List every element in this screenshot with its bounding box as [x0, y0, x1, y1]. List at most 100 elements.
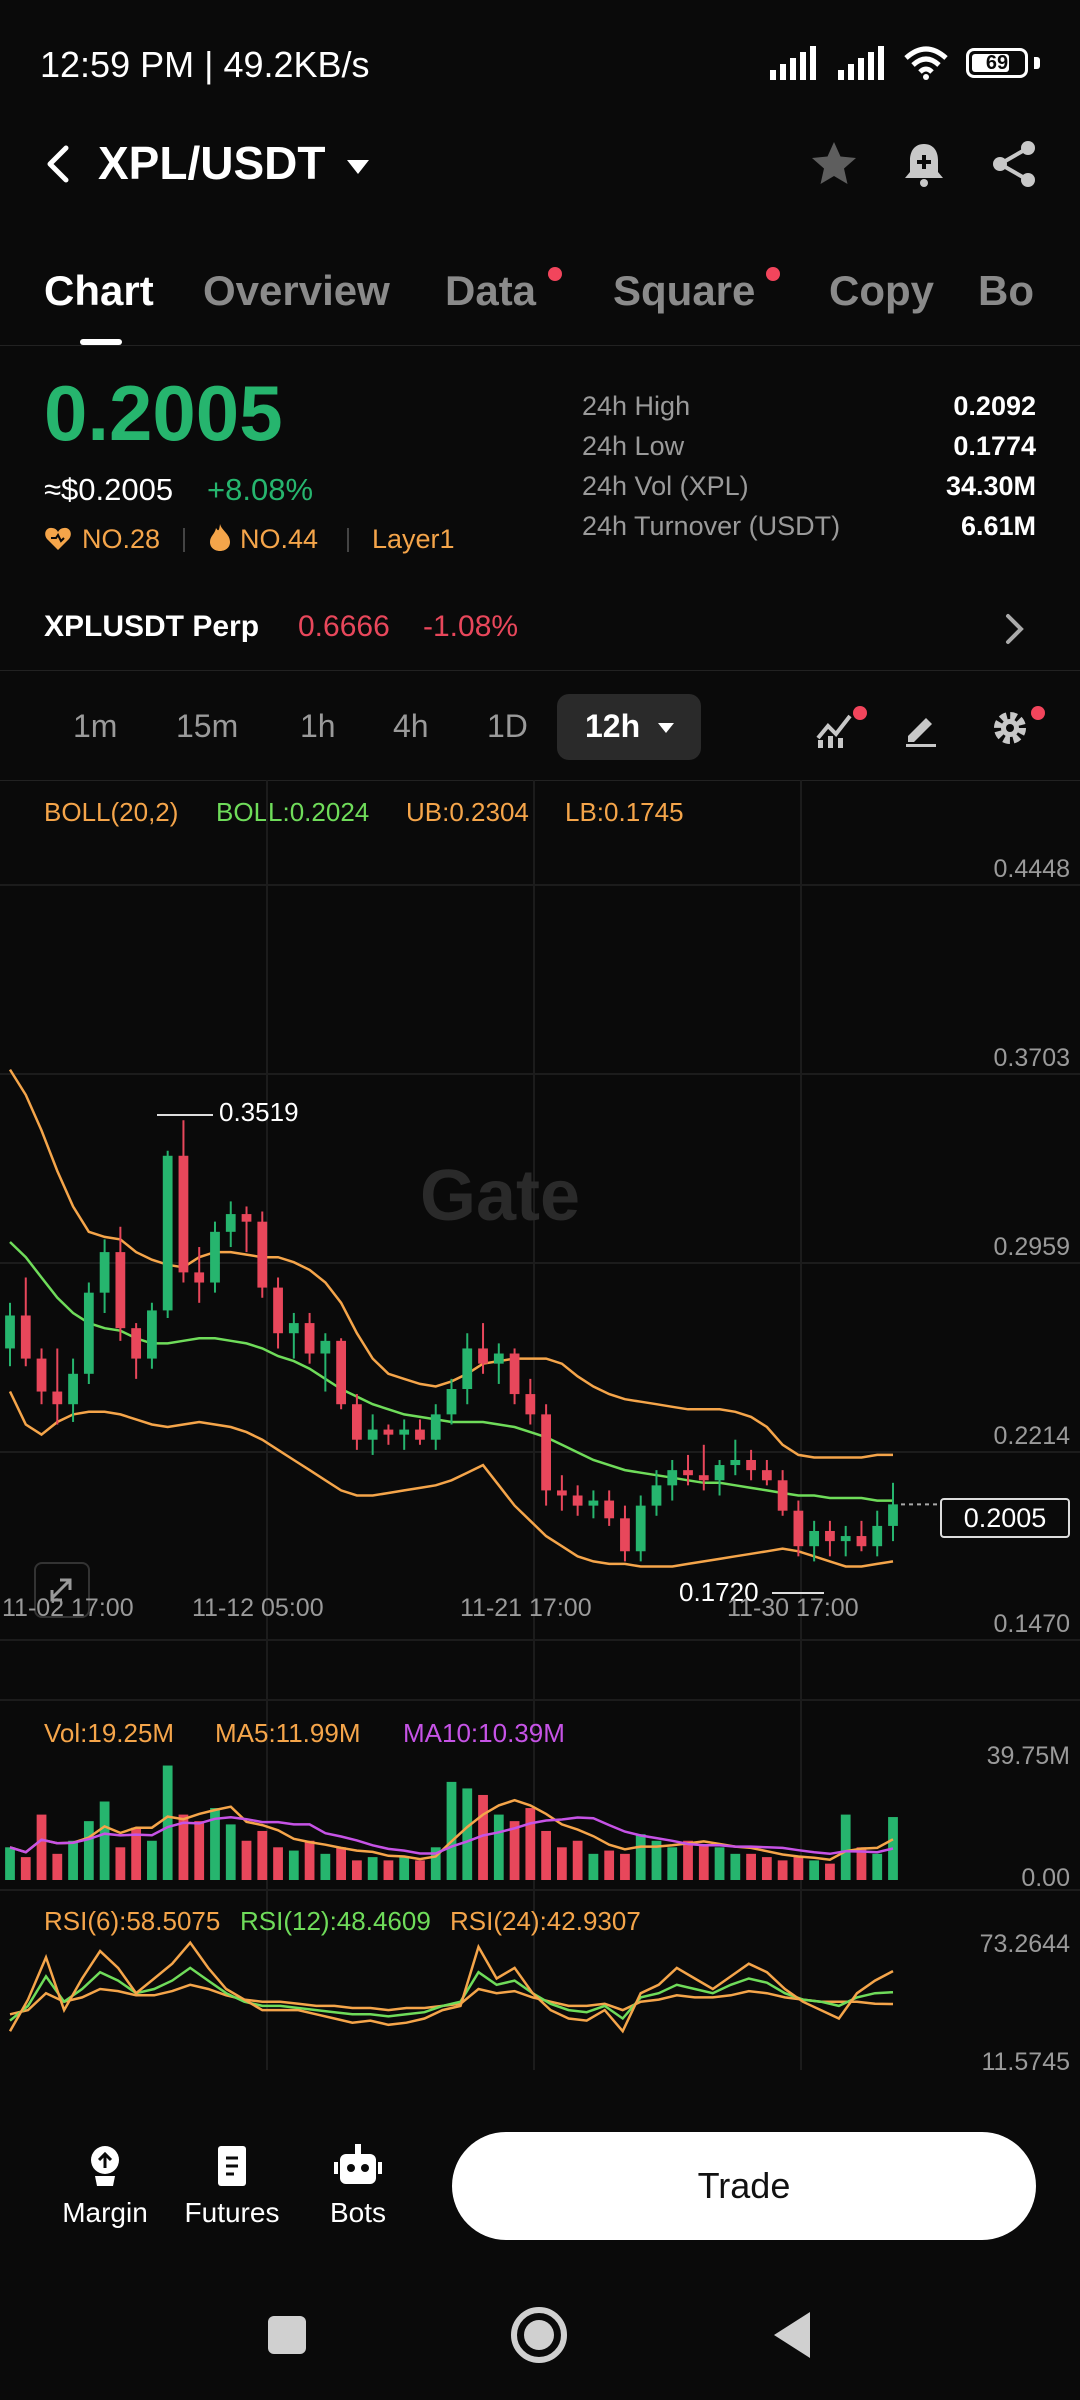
tab-square[interactable]: Square [613, 267, 755, 315]
tf-4h[interactable]: 4h [393, 708, 429, 745]
notification-dot [766, 267, 780, 281]
tab-bots[interactable]: Bo [978, 267, 1038, 315]
volume-bar [20, 1857, 31, 1880]
candle-body [36, 1358, 47, 1392]
candle-body [131, 1328, 142, 1359]
tab-overview[interactable]: Overview [203, 267, 390, 315]
volume-bar [194, 1821, 205, 1880]
candle-body [683, 1470, 693, 1476]
candle-body [888, 1504, 898, 1526]
heart-rank-icon [45, 527, 71, 550]
candle-body [714, 1465, 725, 1481]
candle-body [825, 1530, 835, 1542]
hot-tag[interactable]: NO.44 [240, 524, 318, 555]
perp-name: XPLUSDT Perp [44, 610, 260, 643]
volume-bar [525, 1808, 536, 1880]
nav-futures[interactable]: Futures [177, 2142, 287, 2229]
candle-body [840, 1536, 851, 1542]
recents-icon[interactable] [266, 2314, 308, 2356]
bell-plus-icon[interactable] [898, 138, 950, 190]
time-label: 11-21 17:00 [460, 1594, 592, 1622]
tab-chart[interactable]: Chart [44, 267, 154, 315]
volume-bar [541, 1830, 551, 1880]
candle-body [225, 1214, 236, 1232]
candle-body [777, 1480, 788, 1511]
stat-label-low: 24h Low [582, 431, 685, 461]
caret-down-icon[interactable] [345, 158, 371, 176]
trade-button[interactable]: Trade [452, 2132, 1036, 2240]
rank-tag[interactable]: NO.28 [82, 524, 160, 555]
volume-bar [304, 1840, 315, 1880]
bottom-action-bar: Margin Futures Bots Trade [0, 2110, 1080, 2270]
candle-body [83, 1292, 94, 1374]
caret-down-icon [658, 723, 674, 733]
volume-bar [872, 1853, 883, 1880]
rsi6-legend: RSI(6):58.5075 [44, 1906, 221, 1936]
draw-pencil-icon[interactable] [902, 710, 940, 748]
candle-body [746, 1459, 756, 1471]
tf-12h-button[interactable]: 12h [557, 694, 701, 760]
stat-label-vol: 24h Vol (XPL) [582, 471, 749, 501]
candle-body [352, 1404, 362, 1440]
bollinger-bands [8, 1068, 894, 1568]
tab-copy[interactable]: Copy [829, 267, 934, 315]
volume-bar [5, 1847, 15, 1880]
rsi-axis-min: 11.5745 [981, 2048, 1070, 2076]
tf-12h-label: 12h [585, 708, 641, 744]
volume-bar [746, 1853, 756, 1880]
settings-gear-icon[interactable] [990, 708, 1030, 748]
tf-15m[interactable]: 15m [176, 708, 238, 745]
volume-bar [446, 1781, 457, 1880]
margin-icon [91, 2146, 119, 2186]
category-tag[interactable]: Layer1 [372, 524, 455, 555]
share-icon[interactable] [988, 138, 1040, 190]
rsi6-line [8, 1940, 894, 2034]
volume-bar [415, 1860, 425, 1880]
tf-1m[interactable]: 1m [73, 708, 117, 745]
robot-icon [334, 2144, 382, 2184]
rsi-axis-max: 73.2644 [979, 1930, 1070, 1958]
volume-bar [777, 1860, 788, 1880]
volume-bar [273, 1847, 283, 1880]
timeframe-bar: 1m 15m 1h 4h 1D 12h [0, 670, 1080, 781]
volume-bars [5, 1765, 898, 1880]
chart-area[interactable]: BOLL(20,2) BOLL:0.2024 UB:0.2304 LB:0.17… [0, 780, 1080, 2110]
tf-1d[interactable]: 1D [487, 708, 528, 745]
volume-bar [556, 1847, 567, 1880]
candle-body [367, 1429, 378, 1440]
notification-dot [853, 706, 867, 720]
candle-body [273, 1287, 283, 1334]
indicator-icon[interactable] [814, 708, 856, 750]
back-icon[interactable] [40, 144, 80, 184]
pair-title[interactable]: XPL/USDT [98, 136, 325, 190]
volume-bar [572, 1840, 583, 1880]
back-nav-icon[interactable] [770, 2310, 814, 2360]
candle-body [20, 1315, 31, 1359]
tab-data[interactable]: Data [445, 267, 536, 315]
home-icon[interactable] [510, 2306, 568, 2364]
last-price: 0.2005 [44, 369, 283, 457]
volume-bar [604, 1850, 615, 1880]
status-bar: 12:59 PM | 49.2KB/s 69 [0, 0, 1080, 130]
volume-bar [225, 1824, 236, 1880]
high-annotation-line [157, 1114, 213, 1116]
candle-body [809, 1530, 820, 1547]
candle-body [556, 1490, 567, 1496]
candle-body [667, 1470, 678, 1486]
candle-body [147, 1310, 157, 1359]
volume-bar [620, 1853, 630, 1880]
candle-body [194, 1272, 205, 1283]
candle-body [415, 1429, 425, 1440]
tf-1h[interactable]: 1h [300, 708, 336, 745]
candle-body [336, 1340, 347, 1405]
nav-bots[interactable]: Bots [303, 2142, 413, 2229]
ma10-legend: MA10:10.39M [403, 1718, 565, 1748]
perp-row[interactable]: XPLUSDT Perp 0.6666 -1.08% [0, 600, 1080, 671]
candle-body [620, 1518, 630, 1552]
nav-margin[interactable]: Margin [50, 2142, 160, 2229]
price-axis-label: 0.1470 [994, 1610, 1070, 1638]
candle-body [462, 1348, 473, 1390]
volume-bar [667, 1847, 678, 1880]
volume-bar [241, 1840, 252, 1880]
star-icon[interactable] [808, 138, 860, 190]
